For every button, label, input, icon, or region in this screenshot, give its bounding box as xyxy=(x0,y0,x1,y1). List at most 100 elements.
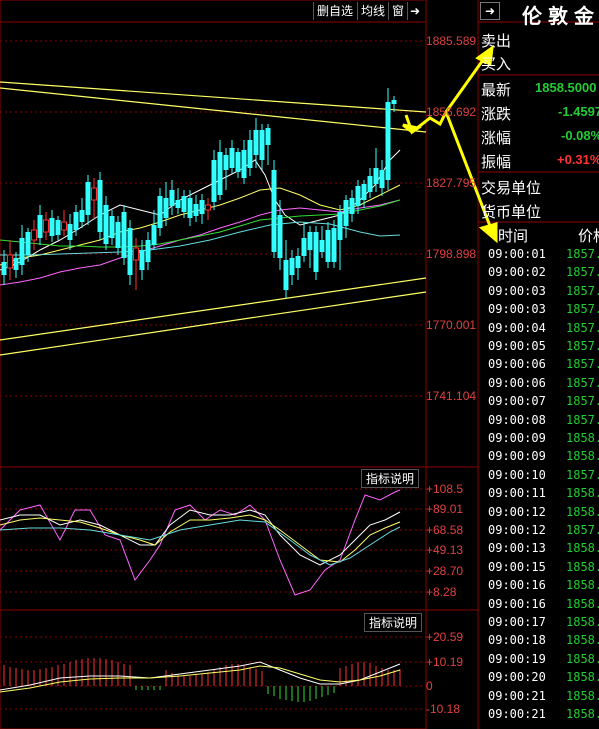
tick-time: 09:00:07 xyxy=(488,394,546,409)
candle-body-down xyxy=(79,210,85,222)
candle-body-down xyxy=(199,200,205,214)
tick-price: 1857. xyxy=(566,339,599,353)
tick-price: 1857. xyxy=(566,523,599,537)
candle-body-down xyxy=(349,198,355,214)
latest-label: 最新 xyxy=(481,82,512,99)
y-axis-label: 1741.104 xyxy=(426,389,477,403)
candle-body-down xyxy=(271,170,277,252)
tick-price: 1858. xyxy=(566,596,599,611)
candle-body-down xyxy=(109,216,115,238)
tick-price: 1858. xyxy=(566,578,599,593)
candle-body-down xyxy=(55,220,61,235)
candle-body-down xyxy=(307,232,313,250)
moving-average-button[interactable]: 均线 xyxy=(357,2,388,20)
ind1-axis-label: +68.58 xyxy=(426,523,464,537)
candle-body-down xyxy=(379,170,385,188)
tick-price: 1858. xyxy=(566,688,599,703)
price-column-header: 价格 xyxy=(578,228,599,245)
remove-watchlist-button[interactable]: 删自选 xyxy=(313,2,356,20)
candle-body-down xyxy=(337,212,343,240)
indicator2-help-button[interactable]: 指标说明 xyxy=(364,613,423,632)
arrow-right-icon[interactable]: ➜ xyxy=(480,2,500,20)
indicator1-help-button[interactable]: 指标说明 xyxy=(361,469,420,488)
candle-body-down xyxy=(319,240,325,252)
candle-body-down xyxy=(283,260,289,290)
tick-price: 1857. xyxy=(566,394,599,409)
candle-body-down xyxy=(25,232,31,255)
candle-body-down xyxy=(277,215,283,258)
candle-body-down xyxy=(97,180,103,232)
candle-body-down xyxy=(331,228,337,262)
tick-time: 09:00:03 xyxy=(488,302,546,317)
candle-body-down xyxy=(49,218,55,236)
trendline-bottom-2 xyxy=(0,291,427,356)
tick-price: 1857. xyxy=(566,357,599,372)
tick-time: 09:00:21 xyxy=(488,688,546,703)
candle-body-down xyxy=(13,258,19,270)
ind1-line-white xyxy=(0,509,401,566)
candle-body-down xyxy=(181,196,187,212)
tick-time: 09:00:04 xyxy=(488,320,546,335)
arrow-right-icon[interactable]: ➜ xyxy=(407,2,422,20)
tick-time: 09:00:20 xyxy=(488,670,546,685)
trendline-top-1 xyxy=(0,81,427,113)
zigzag-arrow-head xyxy=(402,123,422,134)
tick-price: 1857. xyxy=(566,375,599,390)
tick-price: 1858. xyxy=(566,449,599,464)
ind2-axis-label: +20.59 xyxy=(426,630,464,644)
tick-time: 09:00:08 xyxy=(488,412,546,427)
tick-time: 09:00:10 xyxy=(488,467,546,482)
candle-body-up xyxy=(31,229,37,241)
ind1-axis-label: +28.70 xyxy=(426,564,464,578)
candle-body-down xyxy=(355,186,361,206)
tick-price: 1858. xyxy=(566,615,599,629)
candle-body-down xyxy=(157,196,163,228)
tick-price: 1857. xyxy=(566,302,599,317)
tick-time: 09:00:16 xyxy=(488,596,546,611)
candle-body-up xyxy=(133,247,139,261)
ind2-axis-label: -10.18 xyxy=(426,702,461,716)
candle-body-down xyxy=(37,215,43,238)
ind1-axis-label: +49.13 xyxy=(426,543,464,557)
tick-time: 09:00:03 xyxy=(488,283,546,298)
candle-body-down xyxy=(175,200,181,208)
candlesticks xyxy=(1,88,397,298)
tick-price: 1858. xyxy=(566,707,599,721)
tick-time: 09:00:01 xyxy=(488,247,546,261)
amplitude-value: +0.31% xyxy=(557,152,599,167)
candle-body-down xyxy=(73,212,79,230)
ind2-axis-label: +10.19 xyxy=(426,655,464,669)
tick-time: 09:00:11 xyxy=(488,486,546,501)
arrow-down-head xyxy=(478,222,498,244)
candle-body-up xyxy=(91,187,97,201)
candle-body-down xyxy=(1,262,7,275)
candle-body-down xyxy=(295,256,301,268)
candle-body-down xyxy=(325,230,331,262)
tick-price: 1858. xyxy=(566,633,599,648)
window-button[interactable]: 窗 xyxy=(388,2,407,20)
candle-body-up xyxy=(43,219,49,233)
candle-body-down xyxy=(289,258,295,275)
ind1-axis-label: +8.28 xyxy=(426,585,457,599)
candle-body-down xyxy=(103,205,109,244)
tick-price: 1857. xyxy=(566,247,599,261)
tick-time: 09:00:13 xyxy=(488,541,546,556)
tick-time: 09:00:17 xyxy=(488,615,546,629)
tick-price: 1858. xyxy=(566,504,599,519)
candle-body-up xyxy=(205,204,211,211)
candle-body-down xyxy=(313,232,319,272)
amplitude-label: 振幅 xyxy=(481,154,512,171)
tick-price: 1857. xyxy=(566,265,599,280)
tick-price: 1858. xyxy=(566,486,599,501)
candle-body-down xyxy=(67,224,73,240)
candle-body-down xyxy=(19,238,25,265)
y-axis-label: 1885.589 xyxy=(426,34,477,48)
candle-body-down xyxy=(145,240,151,262)
y-axis-label: 1856.692 xyxy=(426,105,477,119)
tick-time: 09:00:15 xyxy=(488,559,546,574)
ind1-axis-label: +108.5 xyxy=(426,482,464,496)
tick-price: 1858. xyxy=(566,541,599,556)
change-pct-value: -0.08% xyxy=(561,128,599,143)
tick-time: 09:00:02 xyxy=(488,265,546,280)
change-pct-label: 涨幅 xyxy=(481,130,512,147)
